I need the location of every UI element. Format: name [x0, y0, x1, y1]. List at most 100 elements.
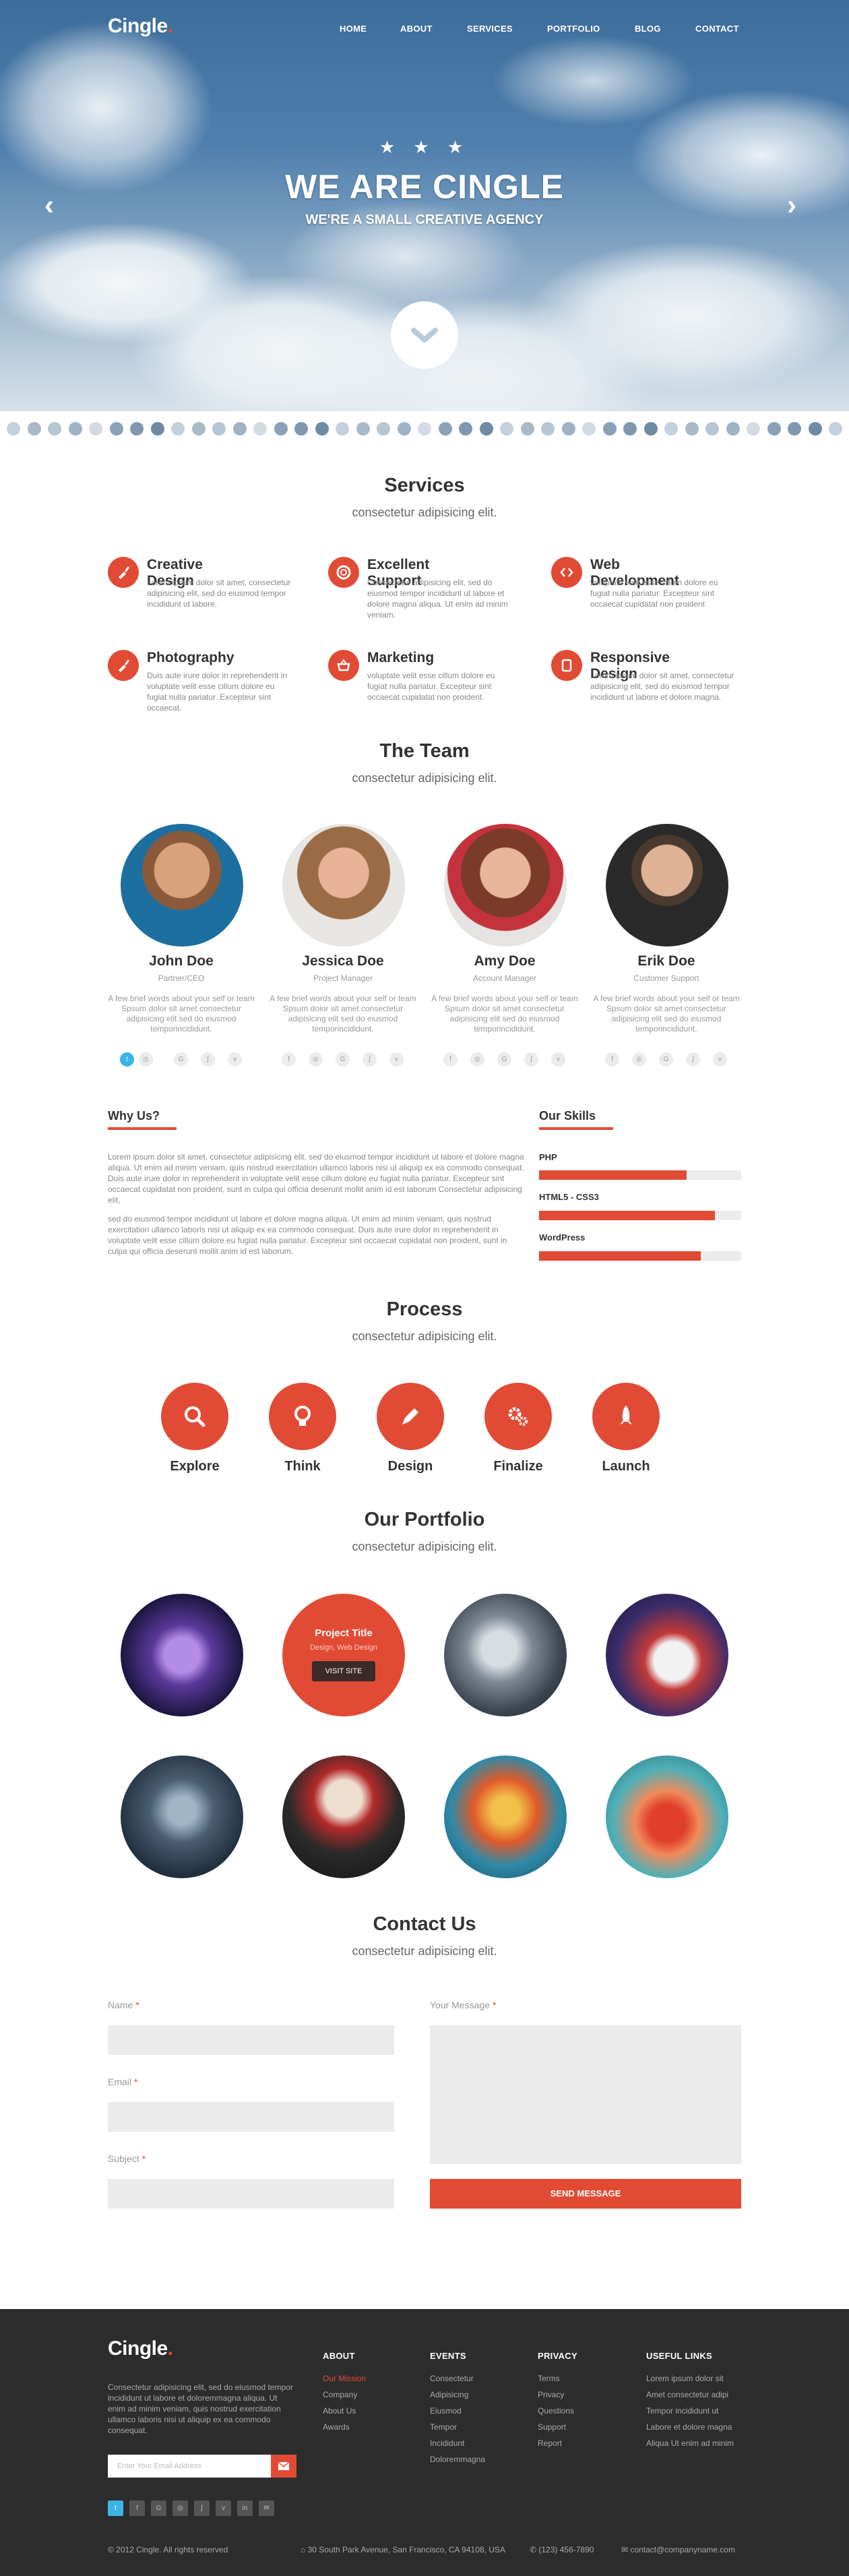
process-label: Think — [284, 1459, 321, 1474]
lifebuoy-icon — [328, 557, 359, 588]
process-launch-button[interactable] — [592, 1383, 660, 1450]
footer-link[interactable]: Lorem ipsum dolor sit — [646, 2370, 734, 2387]
footer-link[interactable]: Privacy — [538, 2387, 577, 2403]
footer-link[interactable]: Support — [538, 2419, 577, 2435]
subject-input[interactable] — [108, 2179, 394, 2209]
google-icon[interactable]: G — [336, 1052, 350, 1067]
process-title: Process — [386, 1298, 463, 1320]
portfolio-item-hover[interactable]: Project Title Design, Web Design VISIT S… — [282, 1594, 405, 1716]
rss-icon[interactable]: ʃ — [524, 1052, 538, 1067]
facebook-icon[interactable]: f — [129, 2500, 145, 2516]
process-design-button[interactable] — [377, 1383, 444, 1450]
footer-link[interactable]: Terms — [538, 2370, 577, 2387]
newsletter-submit-button[interactable] — [271, 2455, 296, 2478]
linkedin-icon[interactable]: in — [237, 2500, 253, 2516]
twitter-icon[interactable]: t — [108, 2500, 123, 2516]
send-message-button[interactable]: SEND MESSAGE — [430, 2179, 741, 2209]
facebook-icon[interactable]: f — [282, 1052, 296, 1067]
footer-col-about: ABOUT Our Mission Company About Us Award… — [323, 2351, 366, 2435]
footer-link[interactable]: Doloremmagna — [430, 2451, 485, 2467]
portfolio-item[interactable] — [121, 1594, 243, 1716]
dribbble-icon[interactable]: ◎ — [172, 2500, 188, 2516]
facebook-icon[interactable]: f — [605, 1052, 619, 1067]
nav-services[interactable]: SERVICES — [467, 24, 513, 34]
dribbble-icon[interactable]: ◎ — [632, 1052, 646, 1067]
footer-link[interactable]: Consectetur — [430, 2370, 485, 2387]
contact-subtitle: consectetur adipisicing elit. — [352, 1944, 497, 1958]
vimeo-icon[interactable]: v — [713, 1052, 727, 1067]
dribbble-icon[interactable]: ◎ — [470, 1052, 484, 1067]
mail-icon[interactable]: ✉ — [259, 2500, 274, 2516]
service-web-development: Web Development voluptate velit esse cil… — [551, 557, 718, 609]
decorative-dot — [664, 422, 678, 436]
nav-blog[interactable]: BLOG — [635, 24, 661, 34]
portfolio-item[interactable] — [444, 1594, 567, 1716]
portfolio-item[interactable] — [121, 1756, 243, 1878]
process-explore-button[interactable] — [161, 1383, 228, 1450]
vimeo-icon[interactable]: v — [216, 2500, 231, 2516]
nav-home[interactable]: HOME — [340, 24, 367, 34]
scroll-down-button[interactable] — [391, 301, 458, 369]
facebook-icon[interactable]: f — [443, 1052, 458, 1067]
footer-about-text: Consectetur adipisicing elit, sed do eiu… — [108, 2383, 293, 2435]
footer-link[interactable]: Tempor incididunt ut — [646, 2403, 734, 2419]
nav-about[interactable]: ABOUT — [400, 24, 433, 34]
footer-logo[interactable]: Cingle. — [108, 2337, 173, 2360]
message-textarea[interactable] — [430, 2025, 741, 2164]
newsletter-email-input[interactable]: Enter Your Email Address — [108, 2455, 276, 2478]
footer-link[interactable]: Amet consectetur adipi — [646, 2387, 734, 2403]
decorative-dot — [479, 422, 493, 436]
footer-phone: ✆ (123) 456-7890 — [530, 2545, 594, 2554]
footer-link[interactable]: Awards — [323, 2419, 366, 2435]
service-marketing: Marketing voluptate velit esse cillum do… — [328, 650, 495, 702]
name-input[interactable] — [108, 2025, 394, 2055]
footer-link[interactable]: Our Mission — [323, 2370, 366, 2387]
visit-site-button[interactable]: VISIT SITE — [312, 1661, 375, 1681]
slider-next-arrow-icon[interactable]: › — [787, 189, 796, 221]
footer-link[interactable]: Questions — [538, 2403, 577, 2419]
member-photo — [444, 824, 567, 947]
footer-link[interactable]: Labore et dolore magna — [646, 2419, 734, 2435]
process-think-button[interactable] — [269, 1383, 336, 1450]
google-icon[interactable]: G — [174, 1052, 188, 1067]
decorative-dot — [459, 422, 472, 436]
skill-bar-fill — [539, 1251, 701, 1261]
portfolio-item[interactable] — [282, 1756, 405, 1878]
email-input[interactable] — [108, 2102, 394, 2132]
google-icon[interactable]: G — [497, 1052, 511, 1067]
portfolio-item[interactable] — [606, 1594, 728, 1716]
nav-portfolio[interactable]: PORTFOLIO — [547, 24, 600, 34]
google-icon[interactable]: G — [151, 2500, 166, 2516]
twitter-icon[interactable]: t — [120, 1052, 134, 1067]
footer-link[interactable]: Adipisicing — [430, 2387, 485, 2403]
team-member-erik: Erik Doe Customer Support A few brief wo… — [586, 824, 740, 1034]
rss-icon[interactable]: ʃ — [194, 2500, 210, 2516]
dribbble-icon[interactable]: ◎ — [309, 1052, 323, 1067]
rss-icon[interactable]: ʃ — [686, 1052, 700, 1067]
vimeo-icon[interactable]: v — [551, 1052, 565, 1067]
footer-link[interactable]: About Us — [323, 2403, 366, 2419]
message-label: Your Message * — [430, 2000, 497, 2010]
footer-link[interactable]: Aliqua Ut enim ad minim — [646, 2435, 734, 2451]
nav-contact[interactable]: CONTACT — [695, 24, 739, 34]
footer-link[interactable]: Incididunt — [430, 2435, 485, 2451]
decorative-dot — [212, 422, 226, 436]
logo[interactable]: Cingle. — [108, 15, 173, 38]
portfolio-item[interactable] — [444, 1756, 567, 1878]
dribbble-icon[interactable]: ◎ — [139, 1052, 153, 1067]
vimeo-icon[interactable]: v — [389, 1052, 404, 1067]
footer-link[interactable]: Tempor — [430, 2419, 485, 2435]
decorative-dot — [68, 422, 82, 436]
vimeo-icon[interactable]: v — [228, 1052, 242, 1067]
rss-icon[interactable]: ʃ — [201, 1052, 215, 1067]
rss-icon[interactable]: ʃ — [363, 1052, 377, 1067]
footer-link[interactable]: Report — [538, 2435, 577, 2451]
portfolio-title: Our Portfolio — [364, 1509, 485, 1530]
decorative-dot — [808, 422, 822, 436]
portfolio-item[interactable] — [606, 1756, 728, 1878]
footer-link[interactable]: Eiusmod — [430, 2403, 485, 2419]
google-icon[interactable]: G — [659, 1052, 673, 1067]
process-finalize-button[interactable] — [484, 1383, 552, 1450]
slider-prev-arrow-icon[interactable]: ‹ — [44, 189, 54, 221]
footer-link[interactable]: Company — [323, 2387, 366, 2403]
